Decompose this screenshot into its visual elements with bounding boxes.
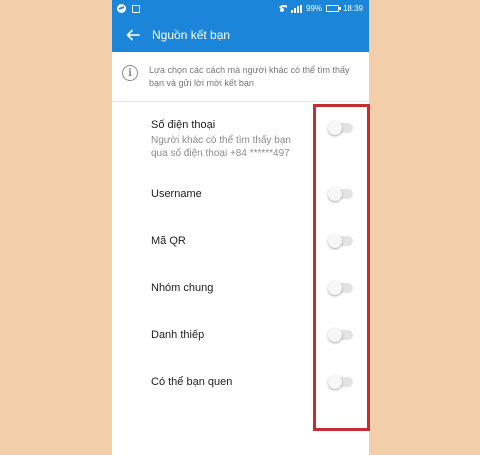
status-bar: 99% 18:39 xyxy=(112,0,369,17)
toggle-knob xyxy=(328,327,342,342)
setting-description-line: qua số điện thoại +84 ******497 xyxy=(151,147,290,159)
phone-number-toggle[interactable] xyxy=(328,121,353,135)
setting-common-groups[interactable]: Nhóm chung xyxy=(151,264,353,311)
setting-label: Số điện thoại xyxy=(151,118,216,131)
setting-text: Username xyxy=(151,188,353,200)
phone-screen: 99% 18:39 Nguồn kết bạn i Lựa chọn các c… xyxy=(112,0,369,455)
info-text: Lựa chọn các cách mà người khác có thể t… xyxy=(149,65,350,88)
toggle-knob xyxy=(328,186,342,201)
status-right: 99% 18:39 xyxy=(276,4,363,13)
battery-percent: 99% xyxy=(305,4,322,13)
status-left xyxy=(117,4,140,13)
business-card-toggle[interactable] xyxy=(328,327,353,342)
setting-description: Người khác có thể tìm thấy bạn qua số đi… xyxy=(151,134,353,160)
battery-icon xyxy=(325,5,341,12)
page-title: Nguồn kết bạn xyxy=(152,27,231,42)
setting-username[interactable]: Username xyxy=(151,170,353,217)
toggle-knob xyxy=(328,374,342,389)
notification-square-icon xyxy=(132,4,140,13)
username-toggle[interactable] xyxy=(328,186,353,201)
setting-people-you-may-know[interactable]: Có thể bạn quen xyxy=(151,358,353,405)
setting-text: Có thể bạn quen xyxy=(151,376,353,388)
setting-text: Nhóm chung xyxy=(151,282,353,294)
setting-label: Mã QR xyxy=(151,234,186,247)
info-icon: i xyxy=(122,65,138,81)
back-button[interactable] xyxy=(122,24,144,46)
setting-label: Danh thiếp xyxy=(151,328,205,341)
setting-text: Số điện thoại Người khác có thể tìm thấy… xyxy=(151,119,353,160)
arrow-left-icon xyxy=(126,29,140,40)
toggle-knob xyxy=(328,280,342,295)
setting-description-line: Người khác có thể tìm thấy bạn xyxy=(151,134,291,146)
setting-qr-code[interactable]: Mã QR xyxy=(151,217,353,264)
toggle-knob xyxy=(328,121,342,135)
status-time: 18:39 xyxy=(342,4,363,13)
qr-code-toggle[interactable] xyxy=(328,233,353,248)
setting-text: Danh thiếp xyxy=(151,329,353,341)
app-bar: Nguồn kết bạn xyxy=(112,17,369,52)
setting-phone-number[interactable]: Số điện thoại Người khác có thể tìm thấy… xyxy=(151,102,353,170)
settings-list: Số điện thoại Người khác có thể tìm thấy… xyxy=(112,102,369,405)
setting-label: Nhóm chung xyxy=(151,281,214,294)
toggle-knob xyxy=(328,233,342,248)
wifi-icon xyxy=(276,5,287,12)
setting-label: Username xyxy=(151,187,202,200)
signal-icon xyxy=(290,4,302,13)
setting-label: Có thể bạn quen xyxy=(151,375,233,388)
info-block: i Lựa chọn các cách mà người khác có thể… xyxy=(112,52,369,102)
messenger-icon xyxy=(117,4,126,13)
setting-text: Mã QR xyxy=(151,235,353,247)
people-you-may-know-toggle[interactable] xyxy=(328,374,353,389)
setting-business-card[interactable]: Danh thiếp xyxy=(151,311,353,358)
common-groups-toggle[interactable] xyxy=(328,280,353,295)
